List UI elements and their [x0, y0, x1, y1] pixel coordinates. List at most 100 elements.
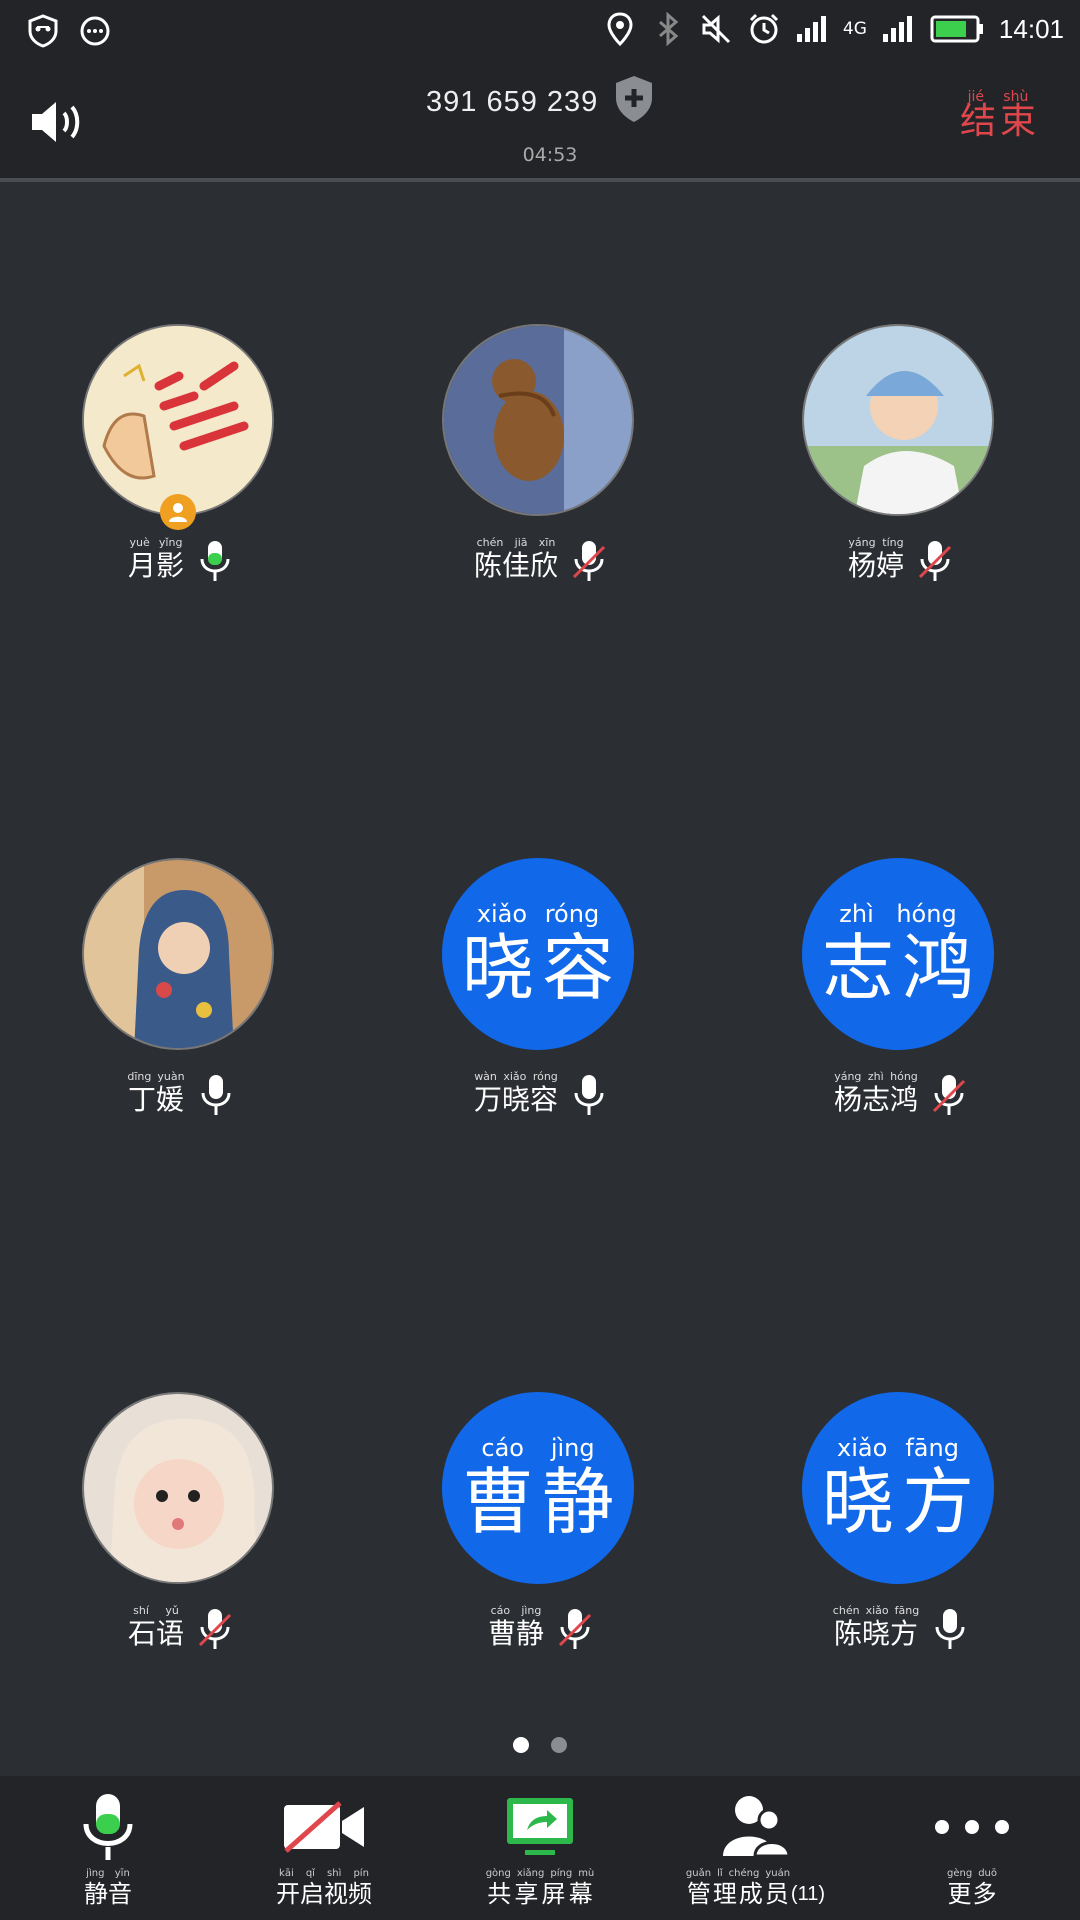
toolbar-pinyin: gòng	[485, 1868, 511, 1879]
mic-on-icon	[574, 1075, 604, 1115]
toolbar-pinyin: duō	[978, 1868, 997, 1879]
name-char: 石	[127, 1617, 156, 1650]
toolbar-label: 管	[686, 1880, 711, 1908]
end-label: 束	[999, 101, 1036, 142]
name-char: 婷	[876, 549, 905, 582]
name-char: 晓	[861, 1617, 890, 1650]
participant-tile[interactable]: chén jiā xīn 陈佳欣	[360, 324, 720, 644]
more-icon	[932, 1790, 1012, 1864]
meeting-timer: 04:53	[522, 144, 578, 166]
name-char: 杨	[847, 549, 876, 582]
avatar	[82, 858, 274, 1050]
status-bar: 4G 14:01	[0, 0, 1080, 62]
name-char: 陈	[833, 1617, 862, 1650]
share-screen-icon	[505, 1790, 575, 1864]
meeting-header: 391 659 239 04:53 jié shù 结束	[0, 62, 1080, 180]
toolbar-pinyin: qǐ	[305, 1868, 315, 1879]
name-char: 佳	[501, 549, 530, 582]
host-badge-icon	[160, 494, 196, 530]
participant-name: chén jiā xīn 陈佳欣	[474, 536, 558, 583]
avatar	[82, 324, 274, 516]
participant-name: yáng zhì hóng 杨志鸿	[834, 1070, 918, 1117]
toolbar-pinyin: yuán	[765, 1868, 791, 1879]
participant-tile[interactable]: yuè yǐng 月影	[0, 324, 360, 644]
name-char: 月	[127, 549, 156, 582]
page-dot[interactable]	[551, 1737, 567, 1753]
toolbar-pinyin: guǎn	[685, 1868, 712, 1879]
more-button[interactable]: gèng duō 更多	[864, 1776, 1080, 1920]
avatar-initials: 容	[541, 926, 614, 1010]
chat-bubble-icon	[78, 12, 112, 50]
participant-tile[interactable]: yáng tíng 杨婷	[720, 324, 1080, 644]
participant-name: cáo jìng 曹静	[488, 1604, 544, 1651]
name-pinyin: fāng	[894, 1604, 920, 1617]
participant-name: shí yǔ 石语	[128, 1604, 184, 1651]
name-pinyin: hóng	[890, 1070, 918, 1083]
bottom-toolbar: jìng yīn 静音 kāi qǐ shì pín 开启视频 gòng xiǎng pín…	[0, 1776, 1080, 1920]
avatar	[82, 1392, 274, 1584]
mic-on-icon	[201, 1075, 231, 1115]
participant-tile[interactable]: xiǎo róng 晓容 wàn xiǎo róng 万晓容	[360, 858, 720, 1178]
end-meeting-button[interactable]: jié shù 结束	[958, 90, 1038, 150]
security-shield-icon[interactable]	[612, 74, 656, 128]
toolbar-pinyin: xiǎng	[516, 1868, 545, 1879]
participant-tile[interactable]: shí yǔ 石语	[0, 1392, 360, 1712]
toolbar-label: 幕	[568, 1880, 593, 1908]
avatar-initials: 晓	[461, 926, 534, 1010]
toolbar-pinyin: lǐ	[717, 1868, 723, 1879]
signal-icon	[795, 10, 829, 48]
toolbar-label: 理	[712, 1880, 737, 1908]
page-indicator[interactable]	[0, 1737, 1080, 1753]
avatar-pinyin: zhì	[839, 900, 874, 928]
name-pinyin: yǔ	[165, 1604, 179, 1617]
toolbar-pinyin: píng	[550, 1868, 573, 1879]
name-char: 语	[156, 1617, 185, 1650]
name-char: 容	[530, 1083, 559, 1116]
toolbar-label: 更	[947, 1880, 972, 1908]
name-char: 万	[473, 1083, 502, 1116]
name-pinyin: zhì	[867, 1070, 884, 1083]
participant-tile[interactable]: zhì hóng 志鸿 yáng zhì hóng 杨志鸿	[720, 858, 1080, 1178]
avatar-pinyin: xiǎo	[476, 900, 528, 928]
avatar-initials: 晓	[821, 1460, 894, 1544]
participant-name: yuè yǐng 月影	[128, 536, 184, 583]
mic-muted-icon	[572, 541, 606, 581]
avatar: cáo jìng 曹静	[442, 1392, 634, 1584]
avatar-initials: 鸿	[901, 926, 974, 1010]
clock: 14:01	[998, 13, 1064, 44]
avatar-pinyin: cáo	[481, 1434, 524, 1462]
name-pinyin: chén	[476, 536, 504, 549]
page-dot-active[interactable]	[513, 1737, 529, 1753]
toolbar-label: 视	[324, 1880, 348, 1908]
toolbar-pinyin: gèng	[947, 1868, 973, 1879]
name-pinyin: róng	[532, 1070, 558, 1083]
name-pinyin: jìng	[521, 1604, 542, 1617]
avatar-initials: 方	[901, 1460, 974, 1544]
network-type: 4G	[842, 19, 867, 39]
mute-button[interactable]: jìng yīn 静音	[0, 1776, 216, 1920]
participant-tile[interactable]: cáo jìng 曹静 cáo jìng 曹静	[360, 1392, 720, 1712]
mic-active-icon	[200, 541, 230, 581]
avatar: zhì hóng 志鸿	[802, 858, 994, 1050]
speaker-icon[interactable]	[28, 97, 88, 151]
participant-name: chén xiǎo fāng 陈晓方	[833, 1604, 919, 1651]
participant-name: dīng yuàn 丁媛	[127, 1070, 184, 1117]
start-video-button[interactable]: kāi qǐ shì pín 开启视频	[216, 1776, 432, 1920]
name-pinyin: yáng	[834, 1070, 862, 1083]
share-screen-button[interactable]: gòng xiǎng píng mù 共享屏幕	[432, 1776, 648, 1920]
mic-muted-icon	[198, 1609, 232, 1649]
meeting-id[interactable]: 391 659 239	[426, 86, 598, 119]
member-count: (11)	[790, 1883, 826, 1905]
avatar	[802, 324, 994, 516]
manage-members-button[interactable]: guǎn lǐ chéng yuán 管理成员 (11)	[648, 1776, 864, 1920]
participant-tile[interactable]: xiǎo fāng 晓方 chén xiǎo fāng 陈晓方	[720, 1392, 1080, 1712]
toolbar-label: 多	[972, 1880, 997, 1908]
name-pinyin: yuè	[129, 536, 150, 549]
name-pinyin: yuàn	[157, 1070, 185, 1083]
participant-tile[interactable]: dīng yuàn 丁媛	[0, 858, 360, 1178]
name-char: 陈	[473, 549, 502, 582]
toolbar-pinyin: shì	[327, 1868, 342, 1879]
name-char: 晓	[501, 1083, 530, 1116]
end-label: 结	[959, 101, 996, 142]
name-pinyin: tíng	[882, 536, 904, 549]
